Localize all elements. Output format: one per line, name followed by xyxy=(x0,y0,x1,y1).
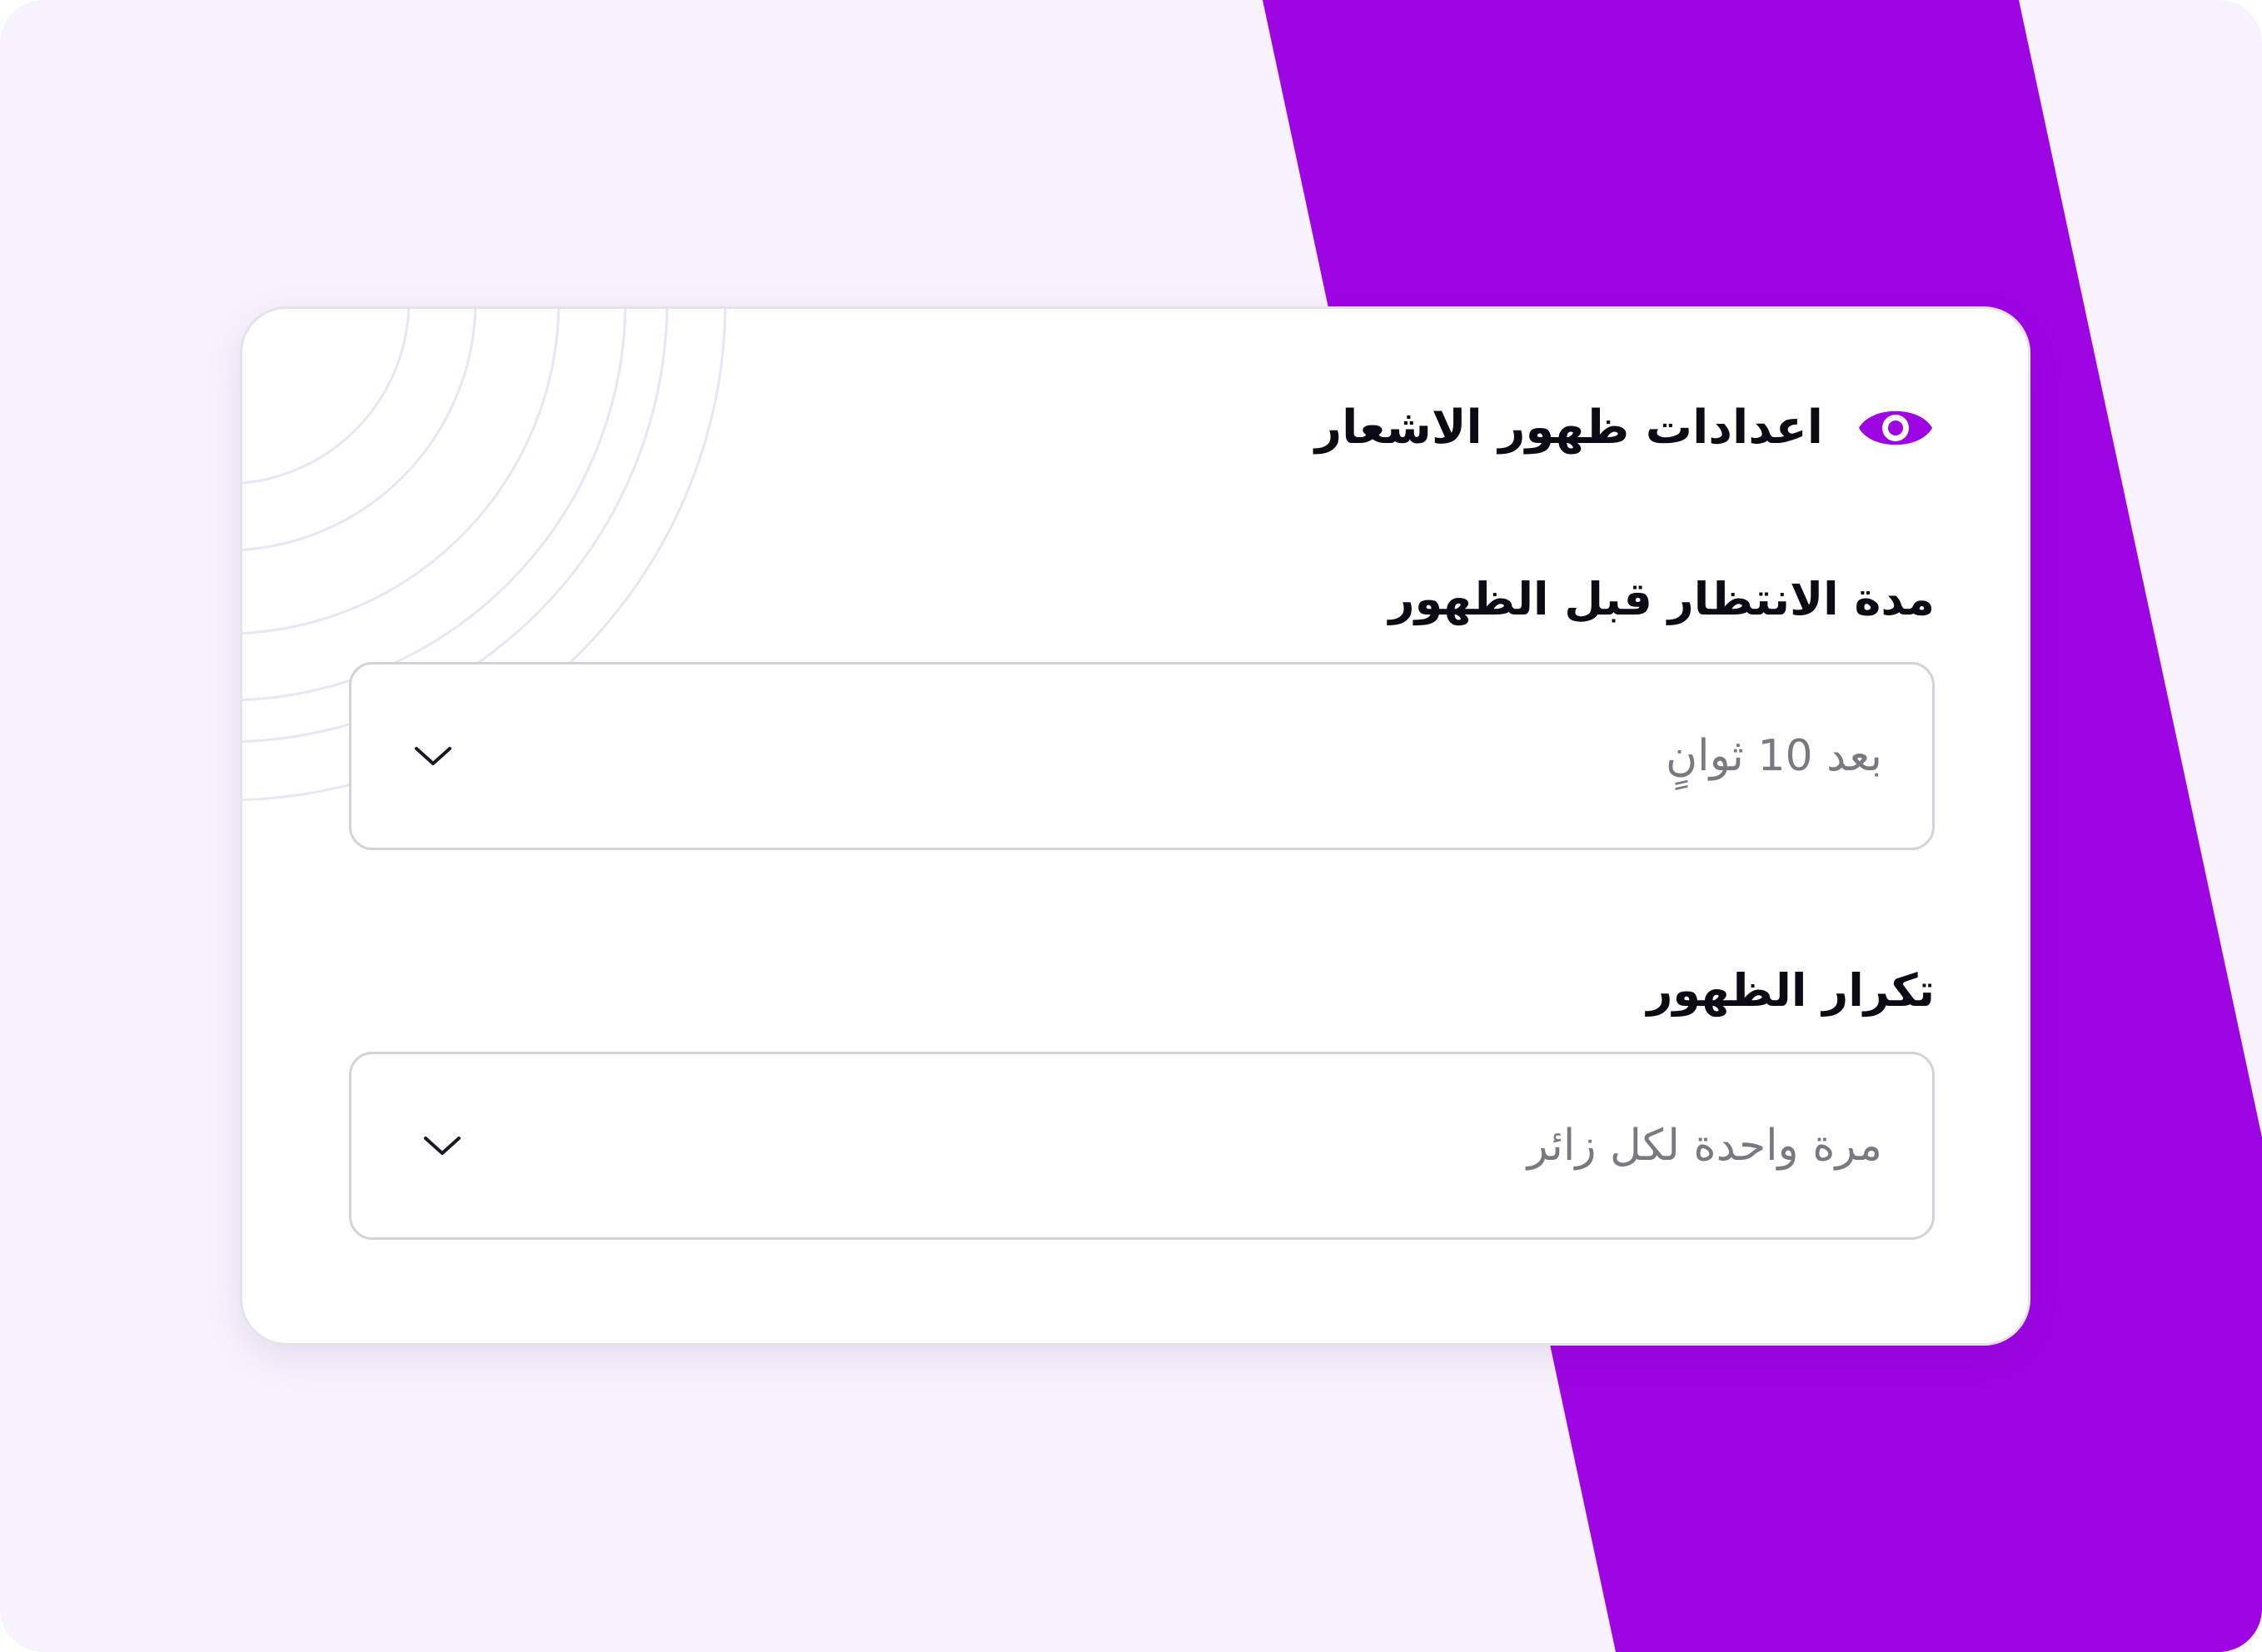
wait-duration-value: بعد 10 ثوانٍ xyxy=(1665,731,1882,781)
card-title: اعدادات ظهور الاشعار xyxy=(1314,401,1823,455)
display-frequency-select[interactable]: مرة واحدة لكل زائر xyxy=(349,1052,1935,1240)
display-frequency-label: تكرار الظهور xyxy=(1647,964,1935,1017)
notification-display-settings-card: اعدادات ظهور الاشعار مدة الانتظار قبل ال… xyxy=(240,306,2030,1346)
card-header: اعدادات ظهور الاشعار xyxy=(1315,401,1935,455)
display-frequency-value: مرة واحدة لكل زائر xyxy=(1527,1121,1882,1171)
wait-duration-label: مدة الانتظار قبل الظهور xyxy=(1388,573,1936,625)
wait-duration-select[interactable]: بعد 10 ثوانٍ xyxy=(349,662,1935,850)
eye-icon xyxy=(1859,411,1932,445)
chevron-down-icon xyxy=(424,1137,461,1155)
page-background: اعدادات ظهور الاشعار مدة الانتظار قبل ال… xyxy=(0,0,2262,1652)
chevron-down-icon xyxy=(415,747,451,765)
